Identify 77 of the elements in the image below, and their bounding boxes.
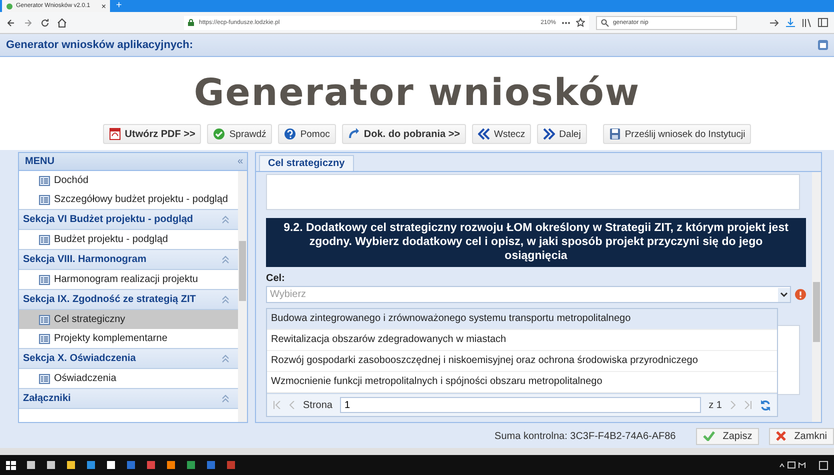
section-header[interactable]: Sekcja X. Oświadczenia [19,348,238,369]
download-icon[interactable] [786,18,795,27]
notification-icon[interactable] [819,460,828,470]
form-icon [39,194,50,204]
tab[interactable]: Cel strategiczny [259,155,354,171]
app-title: Generator wniosków [0,57,834,124]
section-header[interactable]: Załączniki [19,388,238,409]
form-icon [39,234,50,244]
double-chevron-up-icon [221,215,230,224]
more-icon[interactable] [560,20,571,24]
menu-item[interactable]: Budżet projektu - podgląd [19,230,238,249]
dropdown-option[interactable]: Rewitalizacja obszarów zdegradowanych w miastach [267,330,777,351]
forward-icon[interactable] [23,18,33,28]
refresh-icon[interactable] [760,400,771,410]
start-icon[interactable] [6,460,16,470]
form-icon [39,274,50,284]
menu-item[interactable]: Oświadczenia [19,369,238,388]
dropdown-option[interactable]: Rozwój gospodarki zasobooszczędnej i niskoemisyjnej oraz ochrona środowiska przyrodniczego [267,351,777,372]
save-button[interactable]: Zapisz [696,428,760,444]
double-chevron-left-icon [478,128,490,140]
section-header[interactable]: Sekcja VIII. Harmonogram [19,249,238,270]
field-label: Cel: [266,273,286,284]
menu-item[interactable]: Harmonogram realizacji projektu [19,270,238,289]
window-icon[interactable] [818,40,828,50]
menu-title: MENU [25,156,56,167]
section-header[interactable]: Sekcja VI Budżet projektu - podgląd [19,209,238,230]
page-input[interactable]: 1 [340,397,701,413]
double-chevron-up-icon [221,394,230,403]
checkmark-circle-icon [213,128,226,140]
search-icon [600,18,609,26]
close-button[interactable]: Zamkni [769,428,834,444]
bookmark-star-icon[interactable] [576,18,585,27]
double-chevron-right-icon [543,128,556,140]
library-icon[interactable] [802,18,811,27]
checkmark-icon [702,431,715,441]
form-icon [39,176,50,186]
scrollbar-thumb[interactable] [239,241,246,301]
page-count: z 1 [708,400,722,410]
back-icon[interactable] [6,18,16,28]
question-heading: 9.2. Dodatkowy cel strategiczny rozwoju ŁOM określony w Strategii ZIT, z którym projekt jest zgodny. Wybierz dodatkowy cel i opisz, w jaki sposób projekt przyczyni się do jego osiągnięcia [266,218,806,267]
scrollbar[interactable] [0,448,834,455]
scrollbar-thumb[interactable] [813,282,820,342]
form-icon [39,374,50,384]
arrow-right-icon[interactable] [769,18,779,26]
menu-item[interactable]: Cel strategiczny [19,310,238,329]
scrollbar[interactable] [238,171,247,422]
new-tab-button[interactable]: + [110,0,128,12]
toolbar-button[interactable]: Sprawdź [207,124,272,144]
toolbar-button[interactable]: Prześlij wniosek do Instytucji [602,124,752,144]
toolbar-button[interactable]: Dalej [537,124,587,144]
home-icon[interactable] [57,18,67,28]
caret-icon[interactable] [778,288,790,302]
curved-arrow-icon [348,128,360,140]
sidebar-icon[interactable] [818,18,828,27]
double-chevron-up-icon [221,295,230,304]
pdf-document-icon [108,128,121,140]
help-icon [284,128,296,140]
toolbar-button[interactable]: Pomoc [278,124,336,144]
toolbar-button[interactable]: Utwórz PDF >> [102,124,202,144]
scrollbar[interactable] [812,172,821,422]
dropdown-option[interactable]: Budowa zintegrowanego i zrównoważonego systemu transportu metropolitalnego [267,309,777,330]
app-header-title: Generator wniosków aplikacyjnych: [6,39,194,51]
toolbar-button[interactable]: Dok. do pobrania >> [342,124,466,144]
checksum-text: Suma kontrolna: 3C3F-F4B2-74A6-AF86 [494,430,676,442]
double-chevron-up-icon [221,255,230,264]
reload-icon[interactable] [40,18,50,28]
form-icon [39,314,50,324]
close-icon [776,431,786,441]
double-chevron-up-icon [221,354,230,363]
menu-item[interactable]: Projekty komplementarne [19,329,238,348]
page-label: Strona [303,400,332,410]
menu-item[interactable]: Szczegółowy budżet projektu - podgląd [19,190,238,209]
section-header[interactable]: Sekcja IX. Zgodność ze strategią ZIT [19,289,238,310]
lock-icon [188,19,194,26]
menu-item[interactable]: Dochód [19,171,238,190]
form-icon [39,334,50,344]
toolbar-button[interactable]: Wstecz [472,124,532,144]
